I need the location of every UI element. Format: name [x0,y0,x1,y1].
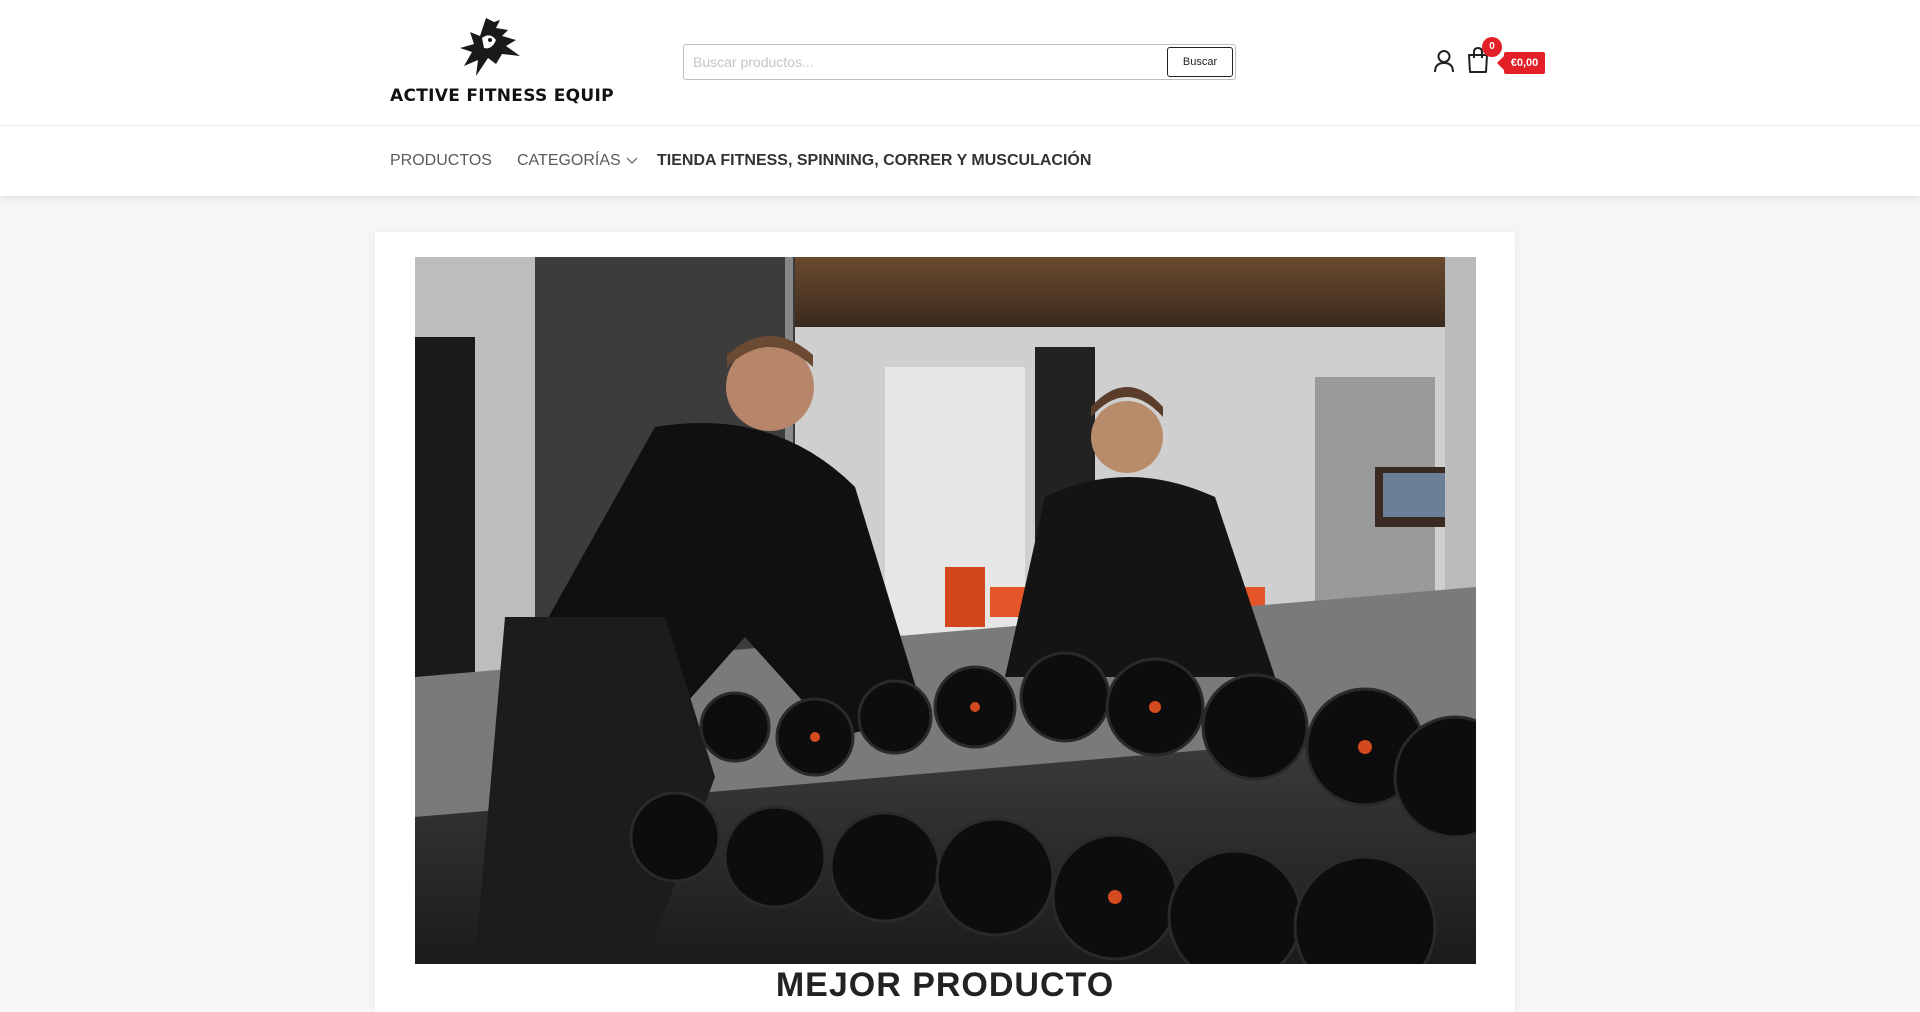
section-heading: MEJOR PRODUCTO [775,966,1115,1004]
main-nav: PRODUCTOS CATEGORÍAS TIENDA FITNESS, SPI… [0,126,1920,196]
nav-item-categorias[interactable]: CATEGORÍAS [517,126,621,196]
chevron-down-icon[interactable] [626,156,638,166]
logo-text: ACTIVE FITNESS EQUIP [390,86,614,106]
eagle-logo-icon [460,18,520,76]
user-icon[interactable] [1433,49,1455,73]
cart-count-badge[interactable]: 0 [1482,37,1502,57]
nav-item-tienda[interactable]: TIENDA FITNESS, SPINNING, CORRER Y MUSCU… [657,126,1091,196]
hero-image [415,257,1476,964]
cart-total-badge[interactable]: €0,00 [1497,52,1545,74]
site-header: ACTIVE FITNESS EQUIP Buscar 0 €0,00 [0,0,1920,126]
gym-photo [415,257,1476,964]
site-logo[interactable]: ACTIVE FITNESS EQUIP [390,16,614,110]
search-input[interactable] [684,45,1164,79]
nav-item-productos[interactable]: PRODUCTOS [390,126,492,196]
search-form: Buscar [683,44,1236,80]
search-button[interactable]: Buscar [1167,47,1233,77]
